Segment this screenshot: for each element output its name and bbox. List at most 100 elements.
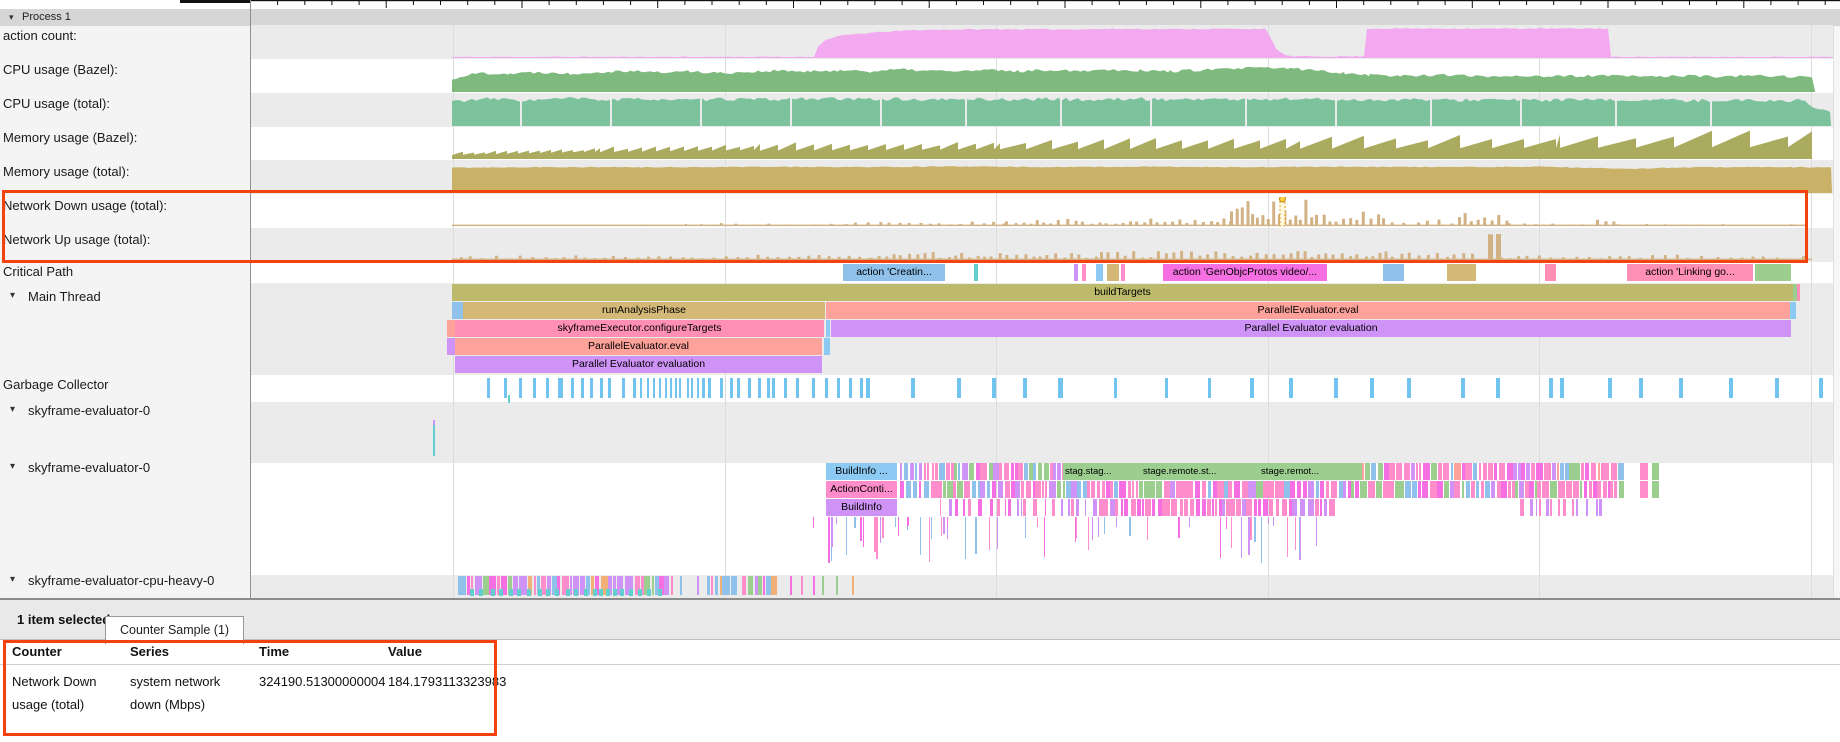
counter-chart-memory-usage-bazel-[interactable]	[0, 129, 1840, 159]
critical-path-span[interactable]: action 'GenObjcProtos video/...	[1163, 264, 1327, 281]
main-thread-span[interactable]: ParallelEvaluator.eval	[455, 338, 822, 355]
gc-event-tick[interactable]	[737, 378, 740, 398]
main-thread-span[interactable]	[1797, 284, 1800, 301]
main-thread-span[interactable]	[826, 320, 830, 337]
gc-event-tick[interactable]	[647, 378, 649, 398]
gc-event-tick[interactable]	[825, 378, 828, 398]
counter-chart-cpu-usage-total-[interactable]	[0, 96, 1840, 126]
main-thread-span[interactable]: buildTargets	[452, 284, 1793, 301]
gc-event-tick[interactable]	[860, 378, 863, 398]
gc-event-tick[interactable]	[992, 378, 996, 398]
gc-event-tick[interactable]	[1165, 378, 1168, 398]
collapse-caret-icon[interactable]: ▾	[10, 290, 15, 301]
skyframe-span[interactable]	[1640, 463, 1648, 480]
counter-chart-network-down-usage-total-[interactable]	[0, 197, 1840, 227]
skyframe-span[interactable]: BuildInfo	[826, 499, 897, 516]
gc-event-tick[interactable]	[1208, 378, 1211, 398]
critical-path-span[interactable]	[1447, 264, 1476, 281]
gc-event-tick[interactable]	[1289, 378, 1293, 398]
collapse-caret-icon[interactable]: ▾	[10, 574, 15, 585]
main-thread-span[interactable]	[1790, 302, 1796, 319]
main-thread-span[interactable]: ParallelEvaluator.eval	[826, 302, 1790, 319]
gc-event-tick[interactable]	[1549, 378, 1553, 398]
gc-event-tick[interactable]	[504, 378, 507, 398]
critical-path-span[interactable]	[1082, 264, 1086, 281]
gc-event-tick[interactable]	[708, 378, 711, 398]
gc-event-tick[interactable]	[866, 378, 870, 398]
main-thread-span[interactable]: Parallel Evaluator evaluation	[455, 356, 822, 373]
critical-path-span[interactable]	[1121, 264, 1125, 281]
gc-event-tick[interactable]	[767, 378, 770, 398]
gc-event-tick[interactable]	[758, 378, 761, 398]
gc-event-tick[interactable]	[653, 378, 655, 398]
tab-counter-sample[interactable]: Counter Sample (1)	[105, 616, 244, 644]
gc-event-tick[interactable]	[659, 378, 661, 398]
gc-event-tick[interactable]	[1250, 378, 1254, 398]
gc-event-tick[interactable]	[784, 378, 787, 398]
critical-path-span[interactable]	[974, 264, 978, 281]
gc-event-tick[interactable]	[837, 378, 840, 398]
critical-path-span[interactable]	[1107, 264, 1119, 281]
critical-path-span[interactable]	[1545, 264, 1556, 281]
critical-path-span[interactable]: action 'Creatin...	[843, 264, 945, 281]
main-thread-span[interactable]	[824, 338, 830, 355]
main-thread-span[interactable]	[452, 302, 463, 319]
skyframe-span[interactable]	[1640, 481, 1648, 498]
gc-event-tick[interactable]	[1407, 378, 1411, 398]
critical-path-span[interactable]: action 'Linking go...	[1627, 264, 1753, 281]
gc-event-tick[interactable]	[812, 378, 815, 398]
gc-event-tick[interactable]	[581, 378, 584, 398]
gc-event-tick[interactable]	[675, 378, 677, 398]
skyframe-green-span[interactable]: stage.remote.st...	[1141, 463, 1261, 480]
gc-event-tick[interactable]	[911, 378, 915, 398]
gc-event-tick[interactable]	[1679, 378, 1683, 398]
skyframe-green-span[interactable]: stage.remot...	[1259, 463, 1362, 480]
gc-event-tick[interactable]	[633, 378, 636, 398]
main-thread-span[interactable]	[447, 320, 455, 337]
skyframe-span[interactable]	[1652, 481, 1659, 498]
gc-event-tick[interactable]	[571, 378, 574, 398]
tiny-span-marker[interactable]	[433, 425, 435, 456]
gc-event-tick[interactable]	[519, 378, 522, 398]
tiny-span-marker[interactable]	[508, 395, 510, 403]
skyframe-green-span[interactable]: stag.stag...	[1063, 463, 1143, 480]
gc-event-tick[interactable]	[957, 378, 961, 398]
gc-event-tick[interactable]	[687, 378, 689, 398]
gc-event-tick[interactable]	[679, 378, 681, 398]
gc-event-tick[interactable]	[1060, 378, 1063, 398]
gc-event-tick[interactable]	[560, 378, 563, 398]
gc-event-tick[interactable]	[1775, 378, 1779, 398]
gc-event-tick[interactable]	[1560, 378, 1564, 398]
gc-event-tick[interactable]	[702, 378, 705, 398]
counter-chart-cpu-usage-bazel-[interactable]	[0, 62, 1840, 92]
gc-event-tick[interactable]	[697, 378, 699, 398]
gc-event-tick[interactable]	[1461, 378, 1465, 398]
skyframe-span[interactable]	[1652, 463, 1659, 480]
gc-event-tick[interactable]	[608, 378, 611, 398]
gc-event-tick[interactable]	[546, 378, 549, 398]
main-thread-span[interactable]: skyframeExecutor.configureTargets	[455, 320, 824, 337]
counter-chart-network-up-usage-total-[interactable]	[0, 231, 1840, 261]
gc-event-tick[interactable]	[600, 378, 603, 398]
gc-event-tick[interactable]	[849, 378, 852, 398]
critical-path-span[interactable]	[1096, 264, 1103, 281]
gc-event-tick[interactable]	[533, 378, 536, 398]
sidebar-divider[interactable]	[250, 0, 251, 598]
gc-event-tick[interactable]	[1729, 378, 1733, 398]
gc-event-tick[interactable]	[665, 378, 667, 398]
gc-event-tick[interactable]	[670, 378, 672, 398]
gc-event-tick[interactable]	[748, 378, 751, 398]
gc-event-tick[interactable]	[1114, 378, 1117, 398]
skyframe-span[interactable]: BuildInfo ...	[826, 463, 897, 480]
gc-event-tick[interactable]	[730, 378, 733, 398]
gc-event-tick[interactable]	[590, 378, 593, 398]
gc-event-tick[interactable]	[796, 378, 799, 398]
gc-event-tick[interactable]	[720, 378, 723, 398]
main-thread-span[interactable]: runAnalysisPhase	[463, 302, 825, 319]
collapse-caret-icon[interactable]: ▾	[10, 404, 15, 415]
vertical-scrollbar[interactable]	[1833, 26, 1840, 598]
gc-event-tick[interactable]	[640, 378, 642, 398]
critical-path-span[interactable]	[1074, 264, 1078, 281]
gc-event-tick[interactable]	[772, 378, 775, 398]
gc-event-tick[interactable]	[1334, 378, 1338, 398]
